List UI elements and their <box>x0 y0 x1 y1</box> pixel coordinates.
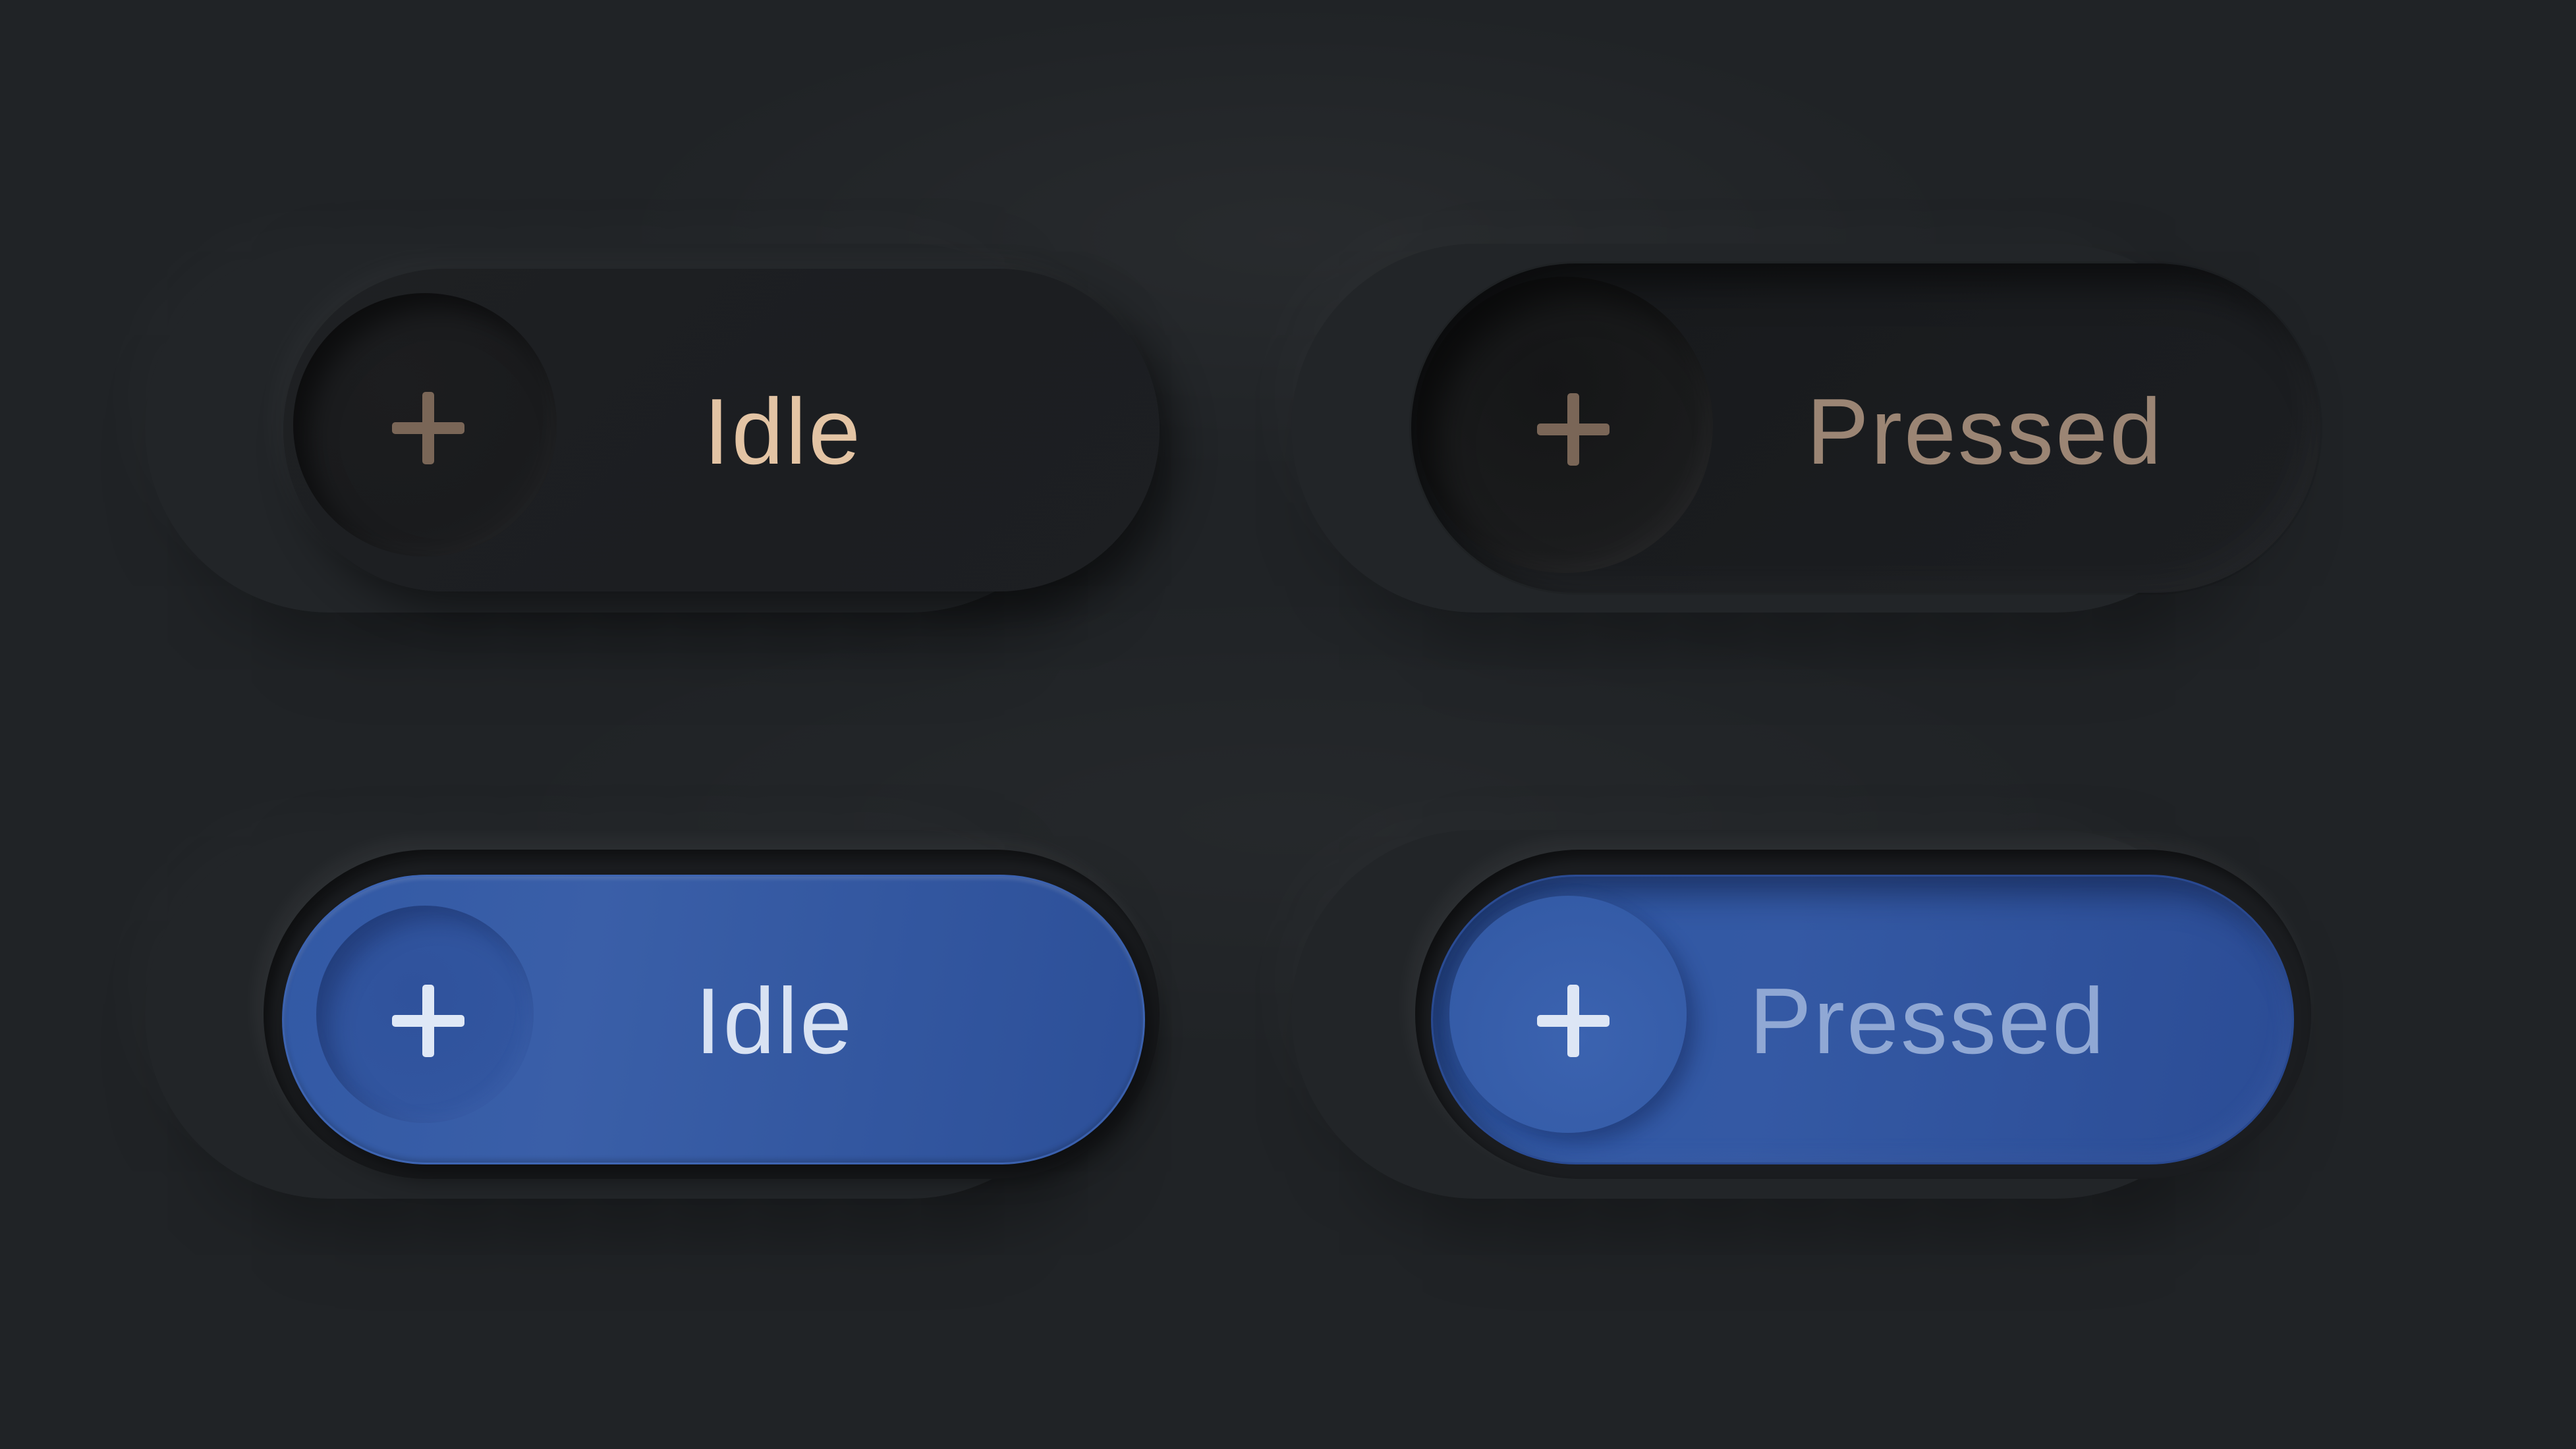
blue-idle-label: Idle <box>695 969 854 1074</box>
plus-icon <box>1537 985 1610 1057</box>
blue-pressed-label: Pressed <box>1749 969 2106 1074</box>
plus-icon <box>1537 393 1610 466</box>
plus-icon <box>392 392 464 464</box>
background <box>0 0 2576 1449</box>
dark-pressed-label: Pressed <box>1806 379 2164 484</box>
dark-idle-label: Idle <box>704 379 862 484</box>
plus-icon <box>392 985 464 1057</box>
